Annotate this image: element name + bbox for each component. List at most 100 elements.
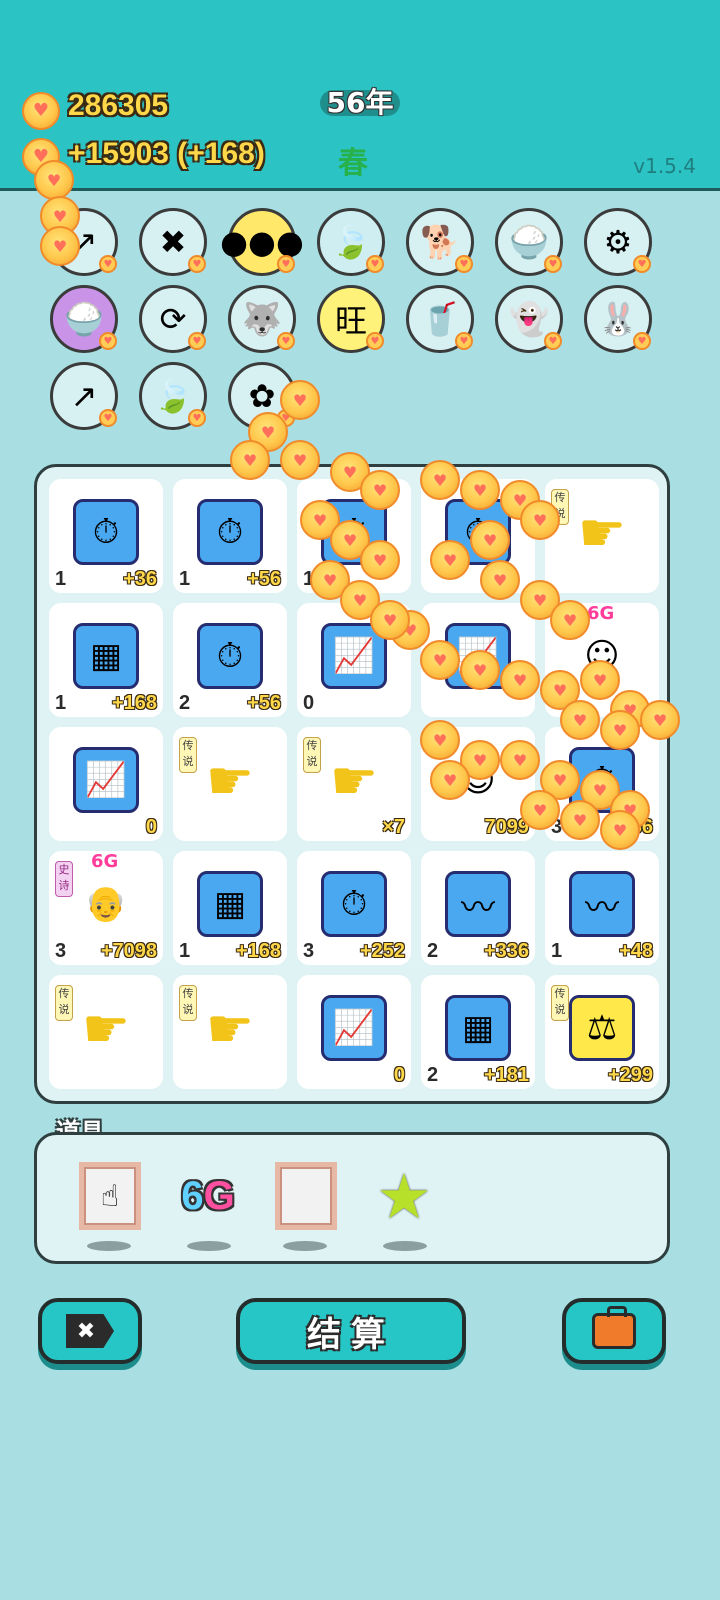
flying-coin-icon: ♥	[280, 440, 320, 480]
board-cell[interactable]: ☛ 传说 ×7	[297, 727, 411, 841]
board-cell[interactable]: ☛ 传说	[173, 975, 287, 1089]
rabbit-icon[interactable]: 🐰 ♥	[584, 285, 652, 353]
stopwatch-icon: ⏱	[321, 871, 387, 937]
husky-icon[interactable]: 🐺 ♥	[228, 285, 296, 353]
stopwatch-icon: ⏱	[197, 499, 263, 565]
cell-value: +299	[607, 1064, 653, 1086]
cell-count: 2	[179, 692, 191, 714]
refresh-icon[interactable]: ⟳ ♥	[139, 285, 207, 353]
board-cell[interactable]: ▦ 1 +168	[49, 603, 163, 717]
sixg-icon[interactable]: 6G	[175, 1161, 241, 1231]
version-label: v1.5.4	[633, 154, 696, 178]
prop-shadow	[383, 1241, 427, 1251]
board-cell[interactable]: ⏱ 1 +36	[49, 479, 163, 593]
flying-coin-icon: ♥	[560, 800, 600, 840]
flying-coin-icon: ♥	[430, 760, 470, 800]
gold-bars-icon: ▦	[197, 871, 263, 937]
flying-coin-icon: ♥	[460, 470, 500, 510]
board-cell[interactable]: ⏱ 2 +56	[173, 603, 287, 717]
flying-coin-icon: ♥	[470, 520, 510, 560]
pump-icon[interactable]: ⚙ ♥	[584, 208, 652, 276]
prop-shadow	[187, 1241, 231, 1251]
close-tag-icon[interactable]: ✖ ♥	[139, 208, 207, 276]
cell-count: 2	[427, 1064, 439, 1086]
flying-coin-icon: ♥	[40, 226, 80, 266]
coin-badge-icon: ♥	[188, 332, 206, 350]
cell-value: +7098	[100, 940, 157, 962]
flying-coin-icon: ♥	[230, 440, 270, 480]
scales-icon: ⚖	[569, 995, 635, 1061]
basketballs-icon[interactable]: ●●● ♥	[220, 208, 304, 276]
board-cell[interactable]: 〰 2 +336	[421, 851, 535, 965]
ghost-icon[interactable]: 👻 ♥	[495, 285, 563, 353]
flying-coin-icon: ♥	[580, 660, 620, 700]
cell-value: +336	[483, 940, 529, 962]
rarity-tag: 传说	[179, 985, 197, 1021]
board-cell[interactable]: 📈 0	[49, 727, 163, 841]
flying-coin-icon: ♥	[560, 700, 600, 740]
flying-coin-icon: ♥	[360, 540, 400, 580]
board-cell[interactable]: 👴 史诗 6G 3 +7098	[49, 851, 163, 965]
cell-value: +168	[235, 940, 281, 962]
board-cell[interactable]: ⏱ 3 +252	[297, 851, 411, 965]
settle-label: 结算	[307, 1314, 395, 1355]
rarity-tag: 传说	[551, 985, 569, 1021]
settle-button[interactable]: 结算	[236, 1298, 466, 1364]
board-cell[interactable]: ▦ 1 +168	[173, 851, 287, 965]
dog-icon[interactable]: 🐕 ♥	[406, 208, 474, 276]
leaf-icon[interactable]: 🍃 ♥	[317, 208, 385, 276]
coin-badge-icon: ♥	[277, 255, 295, 273]
cell-count: 1	[55, 568, 67, 590]
board-cell[interactable]: 📈 0	[297, 975, 411, 1089]
cell-count: 1	[179, 940, 191, 962]
board-cell[interactable]: ☛ 传说	[545, 479, 659, 593]
sixg-label: 6G	[587, 603, 615, 624]
rice-bowl-icon[interactable]: 🍚 ♥	[495, 208, 563, 276]
coin-badge-icon: ♥	[366, 332, 384, 350]
rarity-tag: 史诗	[55, 861, 73, 897]
briefcase-icon	[592, 1306, 636, 1349]
cell-value: +252	[359, 940, 405, 962]
board-cell[interactable]: ▦ 2 +181	[421, 975, 535, 1089]
coin-badge-icon: ♥	[99, 409, 117, 427]
coin-badge-icon: ♥	[633, 255, 651, 273]
milk-tea-icon[interactable]: 🥤 ♥	[406, 285, 474, 353]
wang-grid-icon[interactable]: 旺 ♥	[317, 285, 385, 353]
prop-shadow	[87, 1241, 131, 1251]
flying-coin-icon: ♥	[600, 810, 640, 850]
coin-badge-icon: ♥	[188, 255, 206, 273]
board-cell[interactable]: ⏱ 1 +56	[173, 479, 287, 593]
rice-bowl-icon[interactable]: 🍚 ♥	[50, 285, 118, 353]
sixg-number: 6	[181, 1173, 204, 1218]
close-button[interactable]: ✖	[38, 1298, 142, 1364]
rarity-tag: 传说	[55, 985, 73, 1021]
cell-value: 0	[393, 1064, 405, 1086]
arrow-up-icon[interactable]: ↗ ♥	[50, 362, 118, 430]
flying-coin-icon: ♥	[460, 650, 500, 690]
cell-count: 1	[179, 568, 191, 590]
flying-coin-icon: ♥	[430, 540, 470, 580]
coin-icon: ♥	[22, 92, 60, 130]
coin-badge-icon: ♥	[99, 332, 117, 350]
board-cell[interactable]: ☛ 传说	[173, 727, 287, 841]
board-cell[interactable]: ☛ 传说	[49, 975, 163, 1089]
flying-coin-icon: ♥	[520, 500, 560, 540]
cell-value: ×7	[382, 816, 405, 838]
cell-value: +36	[123, 568, 157, 590]
board-cell[interactable]: ⚖ 传说 +299	[545, 975, 659, 1089]
cell-count: 3	[303, 940, 315, 962]
bag-button[interactable]	[562, 1298, 666, 1364]
star-icon[interactable]: ★	[371, 1160, 437, 1233]
frame-hand-icon[interactable]: ☝	[77, 1161, 143, 1231]
frame-empty-icon[interactable]	[273, 1161, 339, 1231]
flying-coin-icon: ♥	[360, 470, 400, 510]
prop-shadow	[283, 1241, 327, 1251]
cell-count: 3	[55, 940, 67, 962]
leaf-icon[interactable]: 🍃 ♥	[139, 362, 207, 430]
sixg-label: 6G	[91, 851, 119, 872]
flying-coin-icon: ♥	[34, 160, 74, 200]
stopwatch-icon: ⏱	[73, 499, 139, 565]
coin-badge-icon: ♥	[455, 332, 473, 350]
board-cell[interactable]: 〰 1 +48	[545, 851, 659, 965]
flying-coin-icon: ♥	[280, 380, 320, 420]
